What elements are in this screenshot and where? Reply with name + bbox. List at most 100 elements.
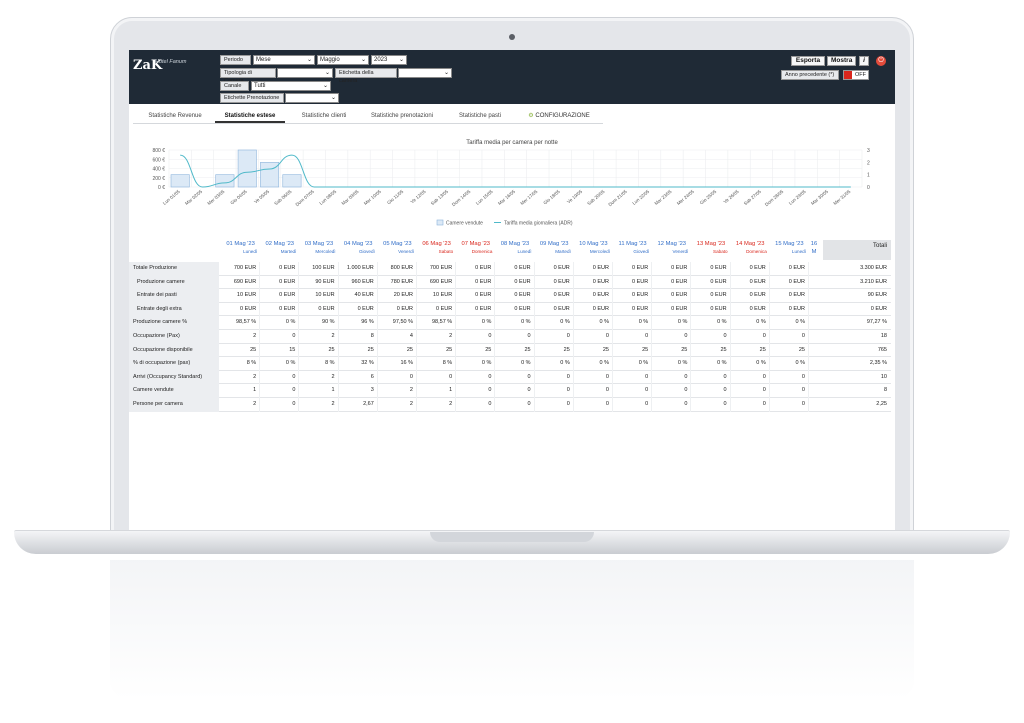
tipologia-select[interactable]: ⌄ — [277, 68, 333, 78]
row-total: 765 — [877, 346, 887, 353]
x-tick-label: Ve 26/05 — [723, 189, 740, 205]
table-cell: 2 — [417, 330, 457, 344]
anno-precedente-toggle[interactable]: OFF — [843, 70, 869, 80]
tipologia-label: Tipologia di Camera — [220, 68, 276, 84]
row-label: % di occupazione (pax) — [129, 357, 219, 371]
table-cell: 0 — [456, 370, 496, 385]
day-header[interactable]: 06 Mag '23 Sabato — [417, 240, 456, 260]
tab-statistiche-clienti[interactable]: Statistiche clienti — [289, 110, 359, 123]
etichette-prenotazione-label: Etichette Prenotazione — [220, 93, 284, 103]
info-button[interactable]: i — [859, 56, 869, 66]
row-label: Produzione camere % — [129, 316, 219, 330]
day-header[interactable]: 04 Mag '23 Giovedì — [339, 240, 378, 260]
day-header[interactable]: 08 Mag '23 Lunedì — [495, 240, 534, 260]
table-cell: 0 — [260, 370, 300, 385]
y-left-tick-label: 200 € — [152, 176, 165, 182]
table-cell: 0 EUR — [652, 289, 692, 303]
x-tick-label: Gio 25/05 — [699, 189, 718, 206]
bar-camere-vendute — [260, 162, 280, 188]
day-header[interactable]: 09 Mag '23 Martedì — [535, 240, 574, 260]
day-weekday: Domenica — [746, 249, 767, 254]
table-cell: 0 — [652, 384, 692, 398]
year-select[interactable]: 2023 ⌄ — [371, 55, 407, 65]
tab-statistiche-pasti[interactable]: Statistiche pasti — [445, 110, 515, 123]
day-header[interactable]: 16 M — [809, 240, 819, 260]
day-header[interactable]: 13 Mag '23 Sabato — [691, 240, 730, 260]
table-cell: 0 EUR — [691, 289, 731, 303]
day-header[interactable]: 11 Mag '23 Giovedì — [613, 240, 652, 260]
table-cell: 0 EUR — [574, 302, 613, 317]
table-cell: 0 % — [652, 316, 692, 330]
day-weekday: Venerdì — [398, 249, 414, 254]
table-cell: 0 EUR — [613, 262, 653, 276]
mostra-button[interactable]: Mostra — [827, 56, 856, 66]
table-cell: 0 — [456, 398, 496, 412]
table-cell: 0 EUR — [495, 275, 535, 290]
day-header[interactable]: 03 Mag '23 Mercoledì — [299, 240, 338, 260]
table-cell: 0 EUR — [613, 302, 653, 317]
table-cell: 0 — [770, 384, 809, 398]
tab-configurazione[interactable]: ⚙ CONFIGURAZIONE — [519, 110, 599, 123]
day-header[interactable]: 02 Mag '23 Martedì — [260, 240, 299, 260]
table-cell: 0 EUR — [495, 262, 535, 276]
y-right-tick-label: 0 — [867, 185, 870, 191]
periodo-select[interactable]: Mese ⌄ — [253, 55, 315, 65]
table-cell: 98,57 % — [417, 316, 457, 330]
table-cell: 6 — [339, 370, 378, 385]
y-left-tick-label: 800 € — [152, 148, 165, 154]
day-date: 13 Mag '23 — [696, 241, 726, 247]
table-cell: 0 — [613, 330, 653, 344]
table-cell: 15 — [260, 343, 300, 358]
table-cell: 25 — [652, 343, 692, 358]
day-header[interactable]: 14 Mag '23 Domenica — [731, 240, 770, 260]
table-cell: 2 — [417, 398, 457, 412]
etichette-prenotazione-select[interactable]: ⌄ — [285, 93, 339, 103]
x-tick-label: Dom 21/05 — [607, 189, 628, 208]
table-cell: 0 EUR — [652, 275, 692, 290]
table-cell: 0 — [574, 330, 613, 344]
day-header[interactable]: 05 Mag '23 Venerdì — [378, 240, 417, 260]
month-select[interactable]: Maggio ⌄ — [317, 55, 369, 65]
table-cell: 97,50 % — [378, 316, 417, 330]
table-cell: 10 EUR — [417, 289, 457, 303]
table-cell: 32 % — [339, 357, 378, 371]
day-header[interactable]: 01 Mag '23 Lunedì — [221, 240, 260, 260]
table-cell: 0 — [535, 330, 574, 344]
table-cell: 0 EUR — [731, 289, 770, 303]
chevron-down-icon: ⌄ — [443, 70, 449, 76]
day-header[interactable]: 10 Mag '23 Mercoledì — [574, 240, 613, 260]
table-cell: 3 — [339, 384, 378, 398]
esporta-button[interactable]: Esporta — [791, 56, 825, 66]
table-cell: 10 EUR — [221, 289, 261, 303]
day-header[interactable]: 15 Mag '23 Lunedì — [770, 240, 809, 260]
day-header[interactable]: 12 Mag '23 Venerdì — [652, 240, 691, 260]
table-cell: 0 % — [495, 357, 535, 371]
laptop-notch — [430, 532, 594, 542]
table-cell: 0 — [731, 330, 770, 344]
chevron-down-icon: ⌄ — [360, 57, 366, 63]
row-total: 2,35 % — [869, 360, 887, 367]
table-cell: 0 EUR — [456, 289, 496, 303]
table-cell: 0 — [535, 370, 574, 385]
canale-select[interactable]: Tutti ⌄ — [251, 81, 331, 91]
table-cell: 0 EUR — [731, 262, 770, 276]
tab-statistiche-prenotazioni[interactable]: Statistiche prenotazioni — [363, 110, 441, 123]
x-tick-label: Dom 28/05 — [764, 189, 785, 208]
tab-statistiche-revenue[interactable]: Statistiche Revenue — [139, 110, 211, 123]
table-cell: 0 % — [260, 357, 300, 371]
etichetta-camera-select[interactable]: ⌄ — [398, 68, 452, 78]
table-cell: 0 EUR — [652, 302, 692, 317]
table-cell: 90 EUR — [299, 275, 339, 290]
row-label: Entrate dei pasti — [129, 289, 219, 303]
power-icon[interactable]: ⏻ — [876, 56, 886, 66]
day-weekday: Lunedì — [517, 249, 532, 254]
table-cell: 25 — [770, 343, 809, 358]
day-date: 06 Mag '23 — [422, 241, 451, 247]
canale-label: Canale — [220, 81, 249, 91]
table-cell: 2 — [221, 330, 261, 344]
table-cell: 0 EUR — [652, 262, 692, 276]
day-header[interactable]: 07 Mag '23 Domenica — [456, 240, 495, 260]
tab-statistiche-estese[interactable]: Statistiche estese — [215, 110, 285, 123]
x-tick-label: Lun 01/05 — [162, 189, 181, 206]
table-cell: 8 % — [417, 357, 457, 371]
